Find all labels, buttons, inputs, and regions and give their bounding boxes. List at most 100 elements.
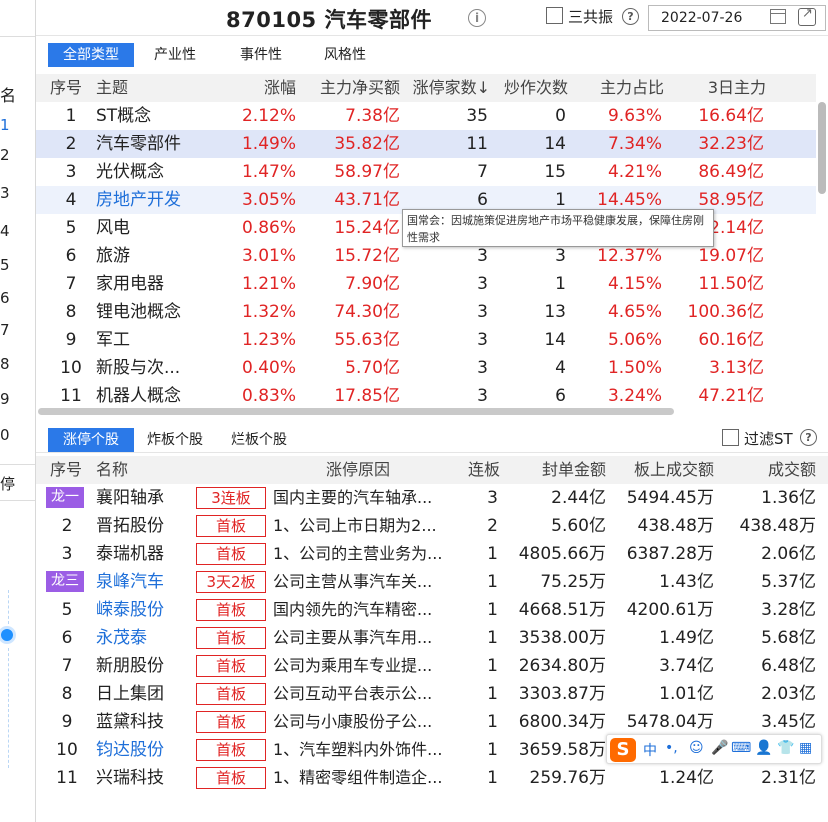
- tab-broken-board-stocks[interactable]: 炸板个股: [140, 428, 210, 452]
- stock-row[interactable]: 9 蓝黛科技 首板 公司与小康股份子公... 1 6800.34万 5478.04万 3.45…: [36, 708, 828, 736]
- stock-name[interactable]: 蓝黛科技: [96, 708, 164, 736]
- ime-logo-icon[interactable]: S: [610, 738, 636, 762]
- limit-reason[interactable]: 公司与小康股份子公...: [273, 708, 453, 736]
- col-header[interactable]: 序号: [50, 74, 82, 102]
- ime-punct-icon[interactable]: •,: [665, 740, 678, 756]
- horizontal-scrollbar[interactable]: [38, 408, 674, 415]
- limit-reason[interactable]: 公司互动平台表示公...: [273, 680, 453, 708]
- table-row[interactable]: 1 ST概念 2.12% 7.38亿 35 0 9.63% 16.64亿: [36, 102, 816, 130]
- hype-count: 1: [555, 274, 566, 294]
- limit-reason[interactable]: 国内领先的汽车精密...: [273, 596, 453, 624]
- grid-icon[interactable]: ▦: [799, 740, 812, 756]
- col-header[interactable]: 成交额: [726, 456, 816, 484]
- board-badge: 首板: [196, 543, 266, 565]
- col-header[interactable]: 封单金额: [516, 456, 606, 484]
- table-row[interactable]: 7 家用电器 1.21% 7.90亿 3 1 4.15% 11.50亿: [36, 270, 816, 298]
- sangongzhen-checkbox[interactable]: [546, 7, 563, 24]
- table-row[interactable]: 2 汽车零部件 1.49% 35.82亿 11 14 7.34% 32.23亿: [36, 130, 816, 158]
- col-header[interactable]: 炒作次数: [494, 74, 568, 102]
- tab-all-types[interactable]: 全部类型: [48, 43, 134, 67]
- col-header[interactable]: 涨停家数↓: [412, 74, 490, 102]
- seal-amount: 2.44亿: [551, 488, 606, 508]
- help-icon[interactable]: ?: [800, 429, 817, 446]
- emoji-icon[interactable]: ☺: [689, 740, 704, 756]
- table-row[interactable]: 9 军工 1.23% 55.63亿 3 14 5.06% 60.16亿: [36, 326, 816, 354]
- stock-row[interactable]: 2 晋拓股份 首板 1、公司上市日期为2... 2 5.60亿 438.48万 438.48万: [36, 512, 828, 540]
- limit-reason[interactable]: 公司主要从事汽车用...: [273, 624, 453, 652]
- stock-row[interactable]: 5 嵘泰股份 首板 国内领先的汽车精密... 1 4668.51万 4200.61万 3.28…: [36, 596, 828, 624]
- stock-name[interactable]: 兴瑞科技: [96, 764, 164, 792]
- stock-name[interactable]: 襄阳轴承: [96, 484, 164, 512]
- net-buy: 7.90亿: [345, 274, 400, 294]
- mic-icon[interactable]: 🎤: [711, 740, 728, 756]
- table-row[interactable]: 11 机器人概念 0.83% 17.85亿 3 6 3.24% 47.21亿: [36, 382, 816, 410]
- theme-name[interactable]: 光伏概念: [96, 158, 164, 186]
- main-ratio: 4.21%: [607, 162, 662, 182]
- timeline-dot-icon[interactable]: [0, 626, 16, 644]
- theme-name[interactable]: 旅游: [96, 242, 130, 270]
- user-icon[interactable]: 👤: [755, 740, 772, 756]
- stock-name[interactable]: 晋拓股份: [96, 512, 164, 540]
- limit-reason[interactable]: 1、汽车塑料内外饰件...: [273, 736, 453, 764]
- help-icon[interactable]: ?: [622, 8, 639, 25]
- tab-industry[interactable]: 产业性: [140, 43, 210, 67]
- col-header[interactable]: 涨停原因: [326, 456, 390, 484]
- theme-name[interactable]: 军工: [96, 326, 130, 354]
- stock-name[interactable]: 钧达股份: [96, 736, 164, 764]
- stock-name[interactable]: 泰瑞机器: [96, 540, 164, 568]
- net-buy: 17.85亿: [334, 386, 400, 406]
- table-row[interactable]: 8 锂电池概念 1.32% 74.30亿 3 13 4.65% 100.36亿: [36, 298, 816, 326]
- stock-name[interactable]: 嵘泰股份: [96, 596, 164, 624]
- calendar-icon[interactable]: [770, 9, 786, 24]
- col-header[interactable]: 主力净买额: [298, 74, 400, 102]
- theme-name[interactable]: 风电: [96, 214, 130, 242]
- stock-name[interactable]: 新朋股份: [96, 652, 164, 680]
- col-header[interactable]: 3日主力: [686, 74, 766, 102]
- info-icon[interactable]: i: [468, 9, 486, 27]
- tab-limit-up-stocks[interactable]: 涨停个股: [48, 428, 134, 452]
- theme-name[interactable]: 锂电池概念: [96, 298, 181, 326]
- stock-row[interactable]: 龙三 泉峰汽车 3天2板 公司主营从事汽车关... 1 75.25万 1.43亿 5.37亿: [36, 568, 828, 596]
- col-header[interactable]: 名称: [96, 456, 128, 484]
- tab-weak-board-stocks[interactable]: 烂板个股: [222, 428, 296, 452]
- stock-name[interactable]: 日上集团: [96, 680, 164, 708]
- stock-name[interactable]: 泉峰汽车: [96, 568, 164, 596]
- ime-chinese-toggle[interactable]: 中: [643, 740, 657, 760]
- limit-reason[interactable]: 1、公司的主营业务为...: [273, 540, 453, 568]
- theme-name[interactable]: 家用电器: [96, 270, 164, 298]
- keyboard-icon[interactable]: ⌨: [731, 740, 751, 756]
- table-row[interactable]: 3 光伏概念 1.47% 58.97亿 7 15 4.21% 86.49亿: [36, 158, 816, 186]
- stock-row[interactable]: 7 新朋股份 首板 公司为乘用车专业提... 1 2634.80万 3.74亿 6.48亿: [36, 652, 828, 680]
- stock-row[interactable]: 6 永茂泰 首板 公司主要从事汽车用... 1 3538.00万 1.49亿 5.68亿: [36, 624, 828, 652]
- theme-name[interactable]: ST概念: [96, 102, 151, 130]
- external-link-icon[interactable]: [798, 6, 816, 26]
- limit-reason[interactable]: 公司主营从事汽车关...: [273, 568, 453, 596]
- stock-row[interactable]: 3 泰瑞机器 首板 1、公司的主营业务为... 1 4805.66万 6387.28万 2.0…: [36, 540, 828, 568]
- vertical-scrollbar[interactable]: [818, 102, 826, 194]
- onboard-turnover: 438.48万: [637, 516, 714, 536]
- shirt-icon[interactable]: 👕: [777, 740, 794, 756]
- tab-event[interactable]: 事件性: [226, 43, 296, 67]
- theme-name[interactable]: 新股与次...: [96, 354, 180, 382]
- stock-row[interactable]: 龙一 襄阳轴承 3连板 国内主要的汽车轴承... 3 2.44亿 5494.45万 1.36亿: [36, 484, 828, 512]
- theme-name[interactable]: 机器人概念: [96, 382, 181, 410]
- col-header[interactable]: 板上成交额: [622, 456, 714, 484]
- limit-reason[interactable]: 公司为乘用车专业提...: [273, 652, 453, 680]
- stock-row[interactable]: 8 日上集团 首板 公司互动平台表示公... 1 3303.87万 1.01亿 2.03亿: [36, 680, 828, 708]
- turnover: 3.28亿: [761, 600, 816, 620]
- col-header[interactable]: 主题: [96, 74, 128, 102]
- filter-st-checkbox[interactable]: [722, 429, 739, 446]
- limit-reason[interactable]: 国内主要的汽车轴承...: [273, 484, 453, 512]
- theme-name[interactable]: 房地产开发: [96, 186, 181, 214]
- limit-reason[interactable]: 1、公司上市日期为2...: [273, 512, 453, 540]
- table-row[interactable]: 10 新股与次... 0.40% 5.70亿 3 4 1.50% 3.13亿: [36, 354, 816, 382]
- stock-name[interactable]: 永茂泰: [96, 624, 147, 652]
- stock-row[interactable]: 11 兴瑞科技 首板 1、精密零组件制造企... 1 259.76万 1.24亿 2.31亿: [36, 764, 828, 792]
- limit-reason[interactable]: 1、精密零组件制造企...: [273, 764, 453, 792]
- col-header[interactable]: 序号: [50, 456, 82, 484]
- col-header[interactable]: 连板: [456, 456, 500, 484]
- col-header[interactable]: 主力占比: [584, 74, 664, 102]
- col-header[interactable]: 涨幅: [236, 74, 296, 102]
- theme-name[interactable]: 汽车零部件: [96, 130, 181, 158]
- tab-style[interactable]: 风格性: [310, 43, 380, 67]
